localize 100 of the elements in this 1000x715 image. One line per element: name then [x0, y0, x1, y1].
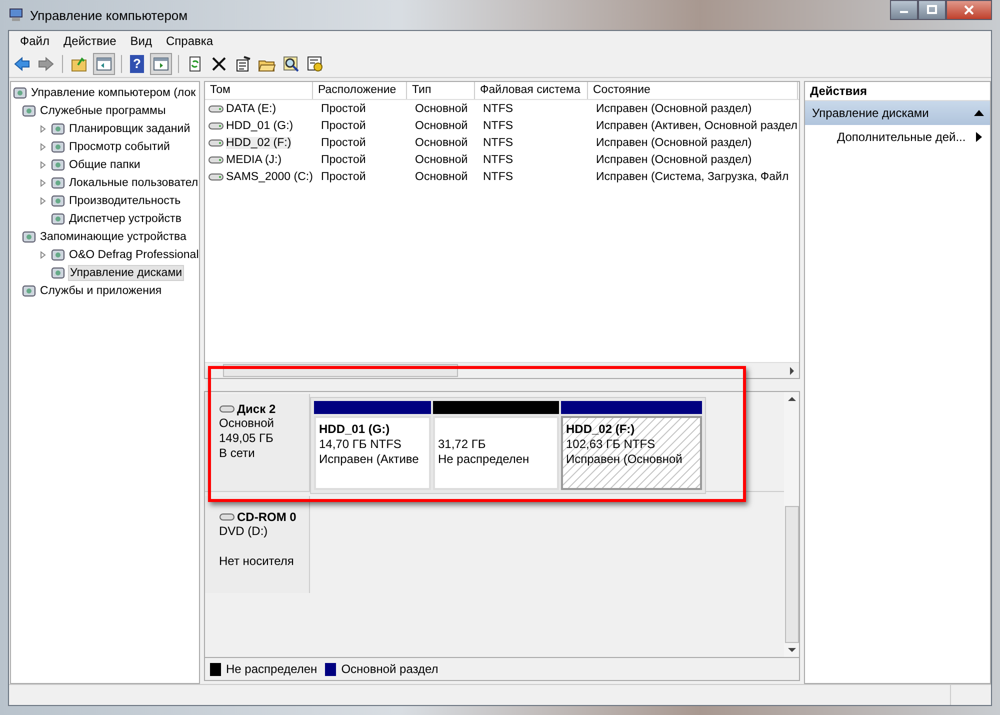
table-cell: Исправен (Основной раздел): [596, 102, 752, 114]
table-cell: NTFS: [483, 102, 514, 114]
table-cell: Простой: [321, 102, 366, 114]
window-title: Управление компьютером: [30, 8, 188, 22]
table-cell: Основной: [415, 120, 468, 132]
drive-icon: [219, 404, 235, 414]
legend-label: Основной раздел: [341, 662, 438, 676]
action-item[interactable]: Дополнительные дей...: [805, 125, 990, 149]
column-header[interactable]: Состояние: [588, 82, 798, 99]
pane-toggle-icon[interactable]: [150, 53, 172, 75]
tree-item[interactable]: Просмотр событий: [68, 140, 171, 154]
tree-item[interactable]: O&O Defrag Professional: [68, 248, 199, 262]
table-cell: NTFS: [483, 136, 514, 148]
scroll-up-icon[interactable]: [788, 396, 796, 402]
table-cell: NTFS: [483, 170, 514, 182]
actions-section[interactable]: Управление дисками: [805, 101, 990, 125]
expand-arrow-icon[interactable]: [39, 197, 47, 205]
tree-item[interactable]: Общие папки: [68, 158, 142, 172]
minimize-button[interactable]: [890, 0, 918, 20]
scroll-right-icon[interactable]: [789, 366, 795, 374]
search-icon[interactable]: [281, 54, 301, 74]
settings-icon[interactable]: [305, 54, 325, 74]
drive-icon: [208, 138, 224, 148]
drive-icon: [208, 120, 224, 130]
column-header[interactable]: Том: [205, 82, 313, 99]
table-cell: Основной: [415, 170, 468, 182]
disk-name: CD-ROM 0: [237, 510, 296, 524]
column-header[interactable]: Расположение: [313, 82, 407, 99]
tree-item[interactable]: Планировщик заданий: [68, 122, 192, 136]
close-button[interactable]: [946, 0, 992, 20]
menu-item[interactable]: Справка: [159, 34, 220, 48]
pane-toggle-icon[interactable]: [93, 53, 115, 75]
expand-arrow-icon[interactable]: [39, 143, 47, 151]
maximize-icon[interactable]: [927, 5, 937, 15]
table-cell[interactable]: HDD_01 (G:): [226, 120, 294, 132]
expand-arrow-icon[interactable]: [39, 161, 47, 169]
table-cell[interactable]: DATA (E:): [226, 102, 276, 114]
table-cell: Основной: [415, 136, 468, 148]
drive-icon: [208, 172, 224, 182]
help-button[interactable]: ?: [130, 55, 144, 73]
table-cell: Исправен (Активен, Основной раздел: [596, 120, 798, 132]
disk-info: DVD (D:): [219, 524, 268, 538]
table-cell: Простой: [321, 170, 366, 182]
tree-item[interactable]: Производительность: [68, 194, 182, 208]
submenu-arrow-icon: [976, 132, 982, 142]
tree-item[interactable]: Диспетчер устройств: [68, 212, 182, 226]
partition-size: 31,72 ГБ: [438, 437, 487, 452]
tree-item[interactable]: Управление дисками: [68, 265, 184, 281]
partition-status: Исправен (Основной: [566, 452, 684, 467]
expand-arrow-icon[interactable]: [39, 125, 47, 133]
table-cell: NTFS: [483, 154, 514, 166]
drive-icon: [208, 104, 224, 114]
tree-item[interactable]: Локальные пользовател: [68, 176, 199, 190]
partition-name: HDD_02 (F:): [566, 422, 636, 437]
drive-icon: [208, 154, 224, 164]
maximize-button[interactable]: [918, 0, 946, 20]
close-icon[interactable]: [964, 5, 974, 15]
collapse-arrow-icon[interactable]: [974, 110, 984, 116]
table-cell: Простой: [321, 120, 366, 132]
tree-item[interactable]: Служебные программы: [39, 104, 167, 118]
column-header[interactable]: Тип: [407, 82, 475, 99]
disk-info: 149,05 ГБ: [219, 431, 274, 445]
table-cell[interactable]: MEDIA (J:): [226, 154, 282, 166]
column-header[interactable]: Файловая система: [475, 82, 588, 99]
tree-item[interactable]: Управление компьютером (лок: [30, 86, 197, 100]
table-cell: NTFS: [483, 120, 514, 132]
vertical-scrollbar[interactable]: [784, 392, 799, 657]
disk-info: Нет носителя: [219, 554, 294, 568]
table-cell: Простой: [321, 136, 366, 148]
partition-size: 102,63 ГБ NTFS: [566, 437, 656, 452]
tree-item[interactable]: Службы и приложения: [39, 284, 163, 298]
menu-item[interactable]: Действие: [56, 34, 124, 48]
partition-name: HDD_01 (G:): [319, 422, 391, 437]
table-cell: Исправен (Основной раздел): [596, 154, 752, 166]
partition[interactable]: 31,72 ГБ Не распределен: [433, 416, 559, 490]
menu-item[interactable]: Вид: [123, 34, 159, 48]
drive-icon: [219, 512, 235, 522]
forward-arrow-icon[interactable]: [36, 54, 56, 74]
table-cell: Исправен (Основной раздел): [596, 136, 752, 148]
table-cell[interactable]: SAMS_2000 (C:): [226, 170, 313, 182]
menu-item[interactable]: Файл: [13, 34, 57, 48]
table-cell: Основной: [415, 154, 468, 166]
table-cell: Простой: [321, 154, 366, 166]
table-cell[interactable]: HDD_02 (F:): [226, 136, 292, 148]
partition[interactable]: HDD_01 (G:) 14,70 ГБ NTFS Исправен (Активе: [314, 416, 431, 490]
table-cell: Исправен (Система, Загрузка, Файл: [596, 170, 789, 182]
partition-status: Не распределен: [438, 452, 530, 467]
legend-label: Не распределен: [226, 662, 318, 676]
partition[interactable]: HDD_02 (F:) 102,63 ГБ NTFS Исправен (Основной: [561, 416, 702, 490]
partition-size: 14,70 ГБ NTFS: [319, 437, 402, 452]
expand-arrow-icon[interactable]: [39, 179, 47, 187]
tree-item[interactable]: Запоминающие устройства: [39, 230, 188, 244]
disk-info: В сети: [219, 446, 255, 460]
disk-info: Основной: [219, 416, 274, 430]
partition-status: Исправен (Активе: [319, 452, 420, 467]
disk-name: Диск 2: [237, 402, 276, 416]
back-arrow-icon[interactable]: [12, 54, 32, 74]
table-cell: Основной: [415, 102, 468, 114]
expand-arrow-icon[interactable]: [39, 251, 47, 259]
scroll-down-icon[interactable]: [788, 647, 796, 653]
